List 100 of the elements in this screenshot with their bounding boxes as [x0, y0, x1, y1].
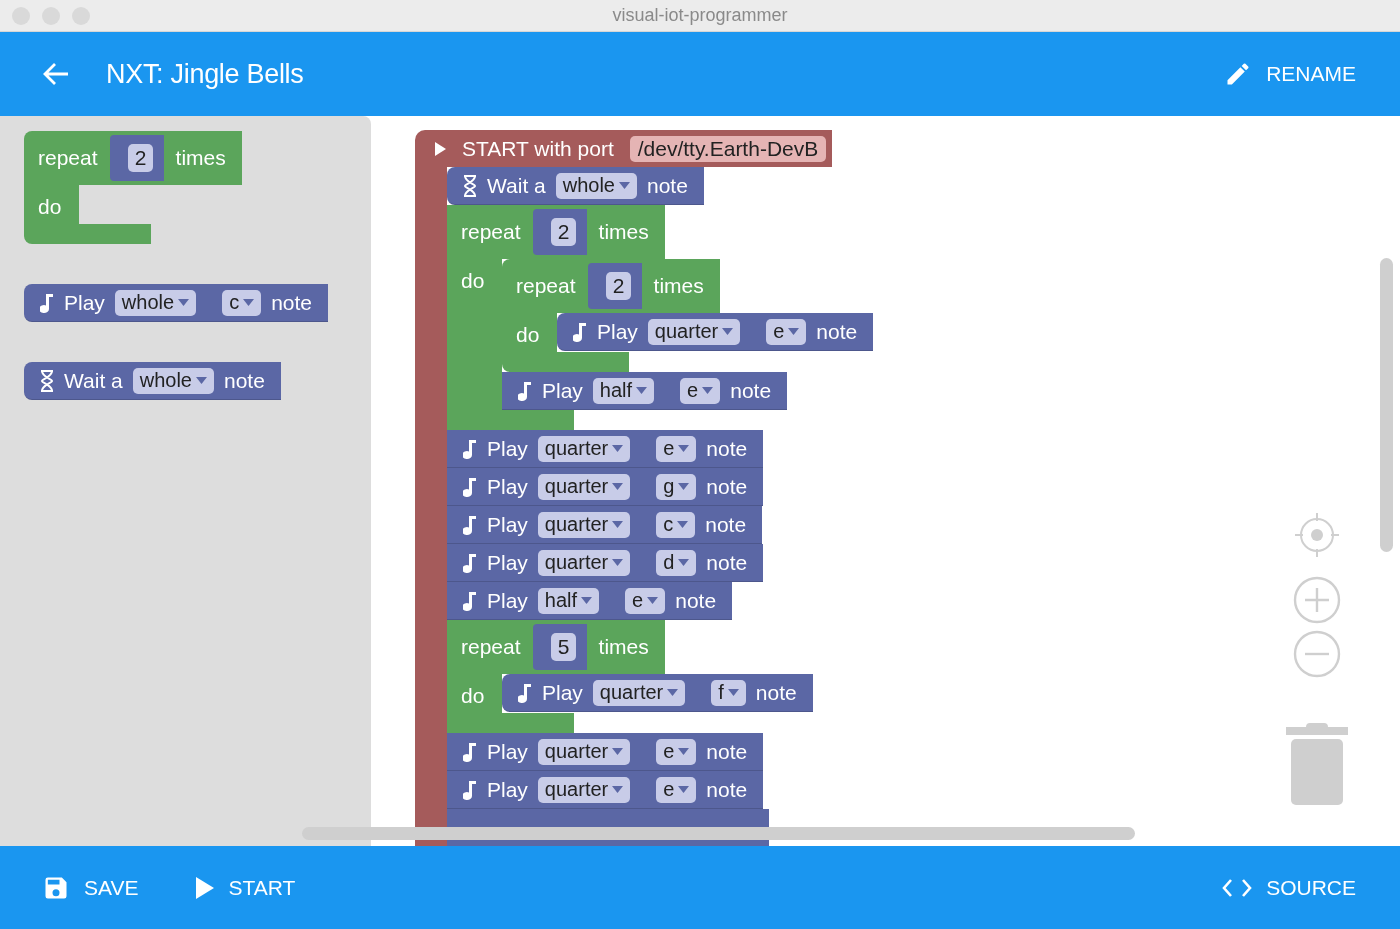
caret-icon [612, 483, 624, 490]
code-icon [1222, 877, 1253, 898]
dropdown-field[interactable]: quarter [537, 511, 631, 538]
music-note-icon [518, 681, 532, 704]
caret-icon [619, 182, 630, 189]
dropdown-field[interactable]: quarter [537, 473, 631, 500]
block-label: times [598, 220, 649, 244]
play-note-block[interactable]: Play quarter d note [447, 544, 764, 582]
dropdown-field[interactable]: e [766, 318, 807, 345]
dropdown-field[interactable]: quarter [537, 549, 631, 576]
dropdown-field[interactable]: quarter [647, 318, 741, 345]
block-label: note [706, 550, 748, 575]
play-note-block[interactable]: Play half e note [447, 582, 733, 620]
music-note-icon [463, 475, 477, 498]
number-field[interactable]: 2 [127, 144, 154, 172]
hourglass-icon [463, 174, 477, 197]
caret-icon [678, 483, 690, 490]
caret-icon [702, 387, 714, 394]
repeat-block-header[interactable]: repeat 2 times [502, 259, 720, 313]
dropdown-field[interactable]: whole [132, 367, 214, 394]
caret-icon [196, 377, 207, 384]
caret-icon [612, 445, 624, 452]
block-label: Play [64, 290, 105, 315]
block-label: repeat [461, 635, 521, 659]
dropdown-field[interactable]: e [625, 587, 666, 614]
caret-icon [581, 597, 593, 604]
block-label: Play [542, 680, 583, 705]
caret-icon [243, 299, 255, 306]
dropdown-field[interactable]: quarter [592, 679, 686, 706]
block-label: times [598, 635, 649, 659]
block-label: note [271, 290, 312, 315]
dropdown-field[interactable]: d [656, 549, 697, 576]
trash-icon[interactable] [1286, 723, 1348, 805]
dropdown-field[interactable]: e [656, 776, 697, 803]
play-note-block[interactable]: Play half e note [502, 372, 788, 410]
music-note-icon [518, 379, 532, 402]
dropdown-field[interactable]: g [656, 473, 697, 500]
dropdown-field[interactable]: f [711, 679, 746, 706]
do-label: do [461, 269, 485, 292]
run-triangle-icon[interactable] [435, 141, 446, 156]
music-note-icon [573, 320, 587, 343]
dropdown-field[interactable]: e [656, 435, 697, 462]
repeat-block-header[interactable]: repeat 2 times [447, 205, 665, 259]
music-note-icon [463, 740, 477, 763]
play-note-block[interactable]: Play quarter e note [557, 313, 874, 351]
caret-icon [677, 521, 689, 528]
caret-icon [612, 748, 624, 755]
play-note-block[interactable]: Play whole c note [24, 284, 328, 322]
number-field[interactable]: 5 [550, 633, 577, 661]
play-note-block[interactable]: Play quarter e note [447, 771, 764, 809]
start-block-header[interactable]: START with port /dev/tty.Earth-DevB [415, 130, 833, 167]
caret-icon [788, 328, 800, 335]
horizontal-scrollbar[interactable] [302, 827, 1135, 840]
dropdown-field[interactable]: half [537, 587, 600, 614]
block-label: times [653, 274, 704, 298]
play-note-block[interactable]: Play quarter e note [447, 430, 764, 468]
block-label: repeat [38, 146, 98, 170]
number-field[interactable]: 2 [550, 218, 577, 246]
zoom-out-icon[interactable] [1292, 629, 1342, 679]
caret-icon [612, 786, 624, 793]
dropdown-field[interactable]: c [222, 289, 262, 316]
music-note-icon [463, 437, 477, 460]
port-field[interactable]: /dev/tty.Earth-DevB [629, 135, 827, 162]
project-title: NXT: Jingle Bells [106, 58, 305, 90]
vertical-scrollbar[interactable] [1380, 258, 1393, 552]
block-label: note [730, 378, 772, 403]
dropdown-field[interactable]: half [592, 377, 655, 404]
caret-icon [612, 559, 624, 566]
block-label: Play [487, 777, 528, 802]
repeat-block-header[interactable]: repeat 2 times [24, 131, 242, 185]
do-label: do [38, 195, 62, 218]
back-button[interactable] [42, 62, 70, 86]
play-icon [196, 876, 215, 899]
block-label: note [816, 319, 858, 344]
zoom-in-icon[interactable] [1292, 575, 1342, 625]
do-label: do [516, 323, 540, 346]
play-note-block[interactable]: Play quarter e note [447, 733, 764, 771]
caret-icon [636, 387, 648, 394]
block-label: note [706, 777, 748, 802]
caret-icon [612, 521, 624, 528]
dropdown-field[interactable]: quarter [537, 738, 631, 765]
dropdown-field[interactable]: e [680, 377, 721, 404]
dropdown-field[interactable]: whole [555, 172, 637, 199]
dropdown-field[interactable]: c [656, 511, 696, 538]
dropdown-field[interactable]: quarter [537, 435, 631, 462]
play-note-block[interactable]: Play quarter c note [447, 506, 763, 544]
repeat-block-header[interactable]: repeat 5 times [447, 620, 665, 674]
block-label: times [175, 146, 226, 170]
play-note-block[interactable]: Play quarter g note [447, 468, 764, 506]
play-note-block[interactable]: Play quarter f note [502, 674, 813, 712]
dropdown-field[interactable]: e [656, 738, 697, 765]
dropdown-field[interactable]: quarter [537, 776, 631, 803]
block-label: note [675, 588, 717, 613]
caret-icon [678, 786, 690, 793]
recenter-icon[interactable] [1293, 511, 1341, 559]
block-label: Wait a [64, 368, 123, 393]
wait-block[interactable]: Wait a whole note [447, 167, 704, 205]
number-field[interactable]: 2 [605, 272, 632, 300]
dropdown-field[interactable]: whole [114, 289, 197, 316]
wait-block[interactable]: Wait a whole note [24, 362, 281, 400]
